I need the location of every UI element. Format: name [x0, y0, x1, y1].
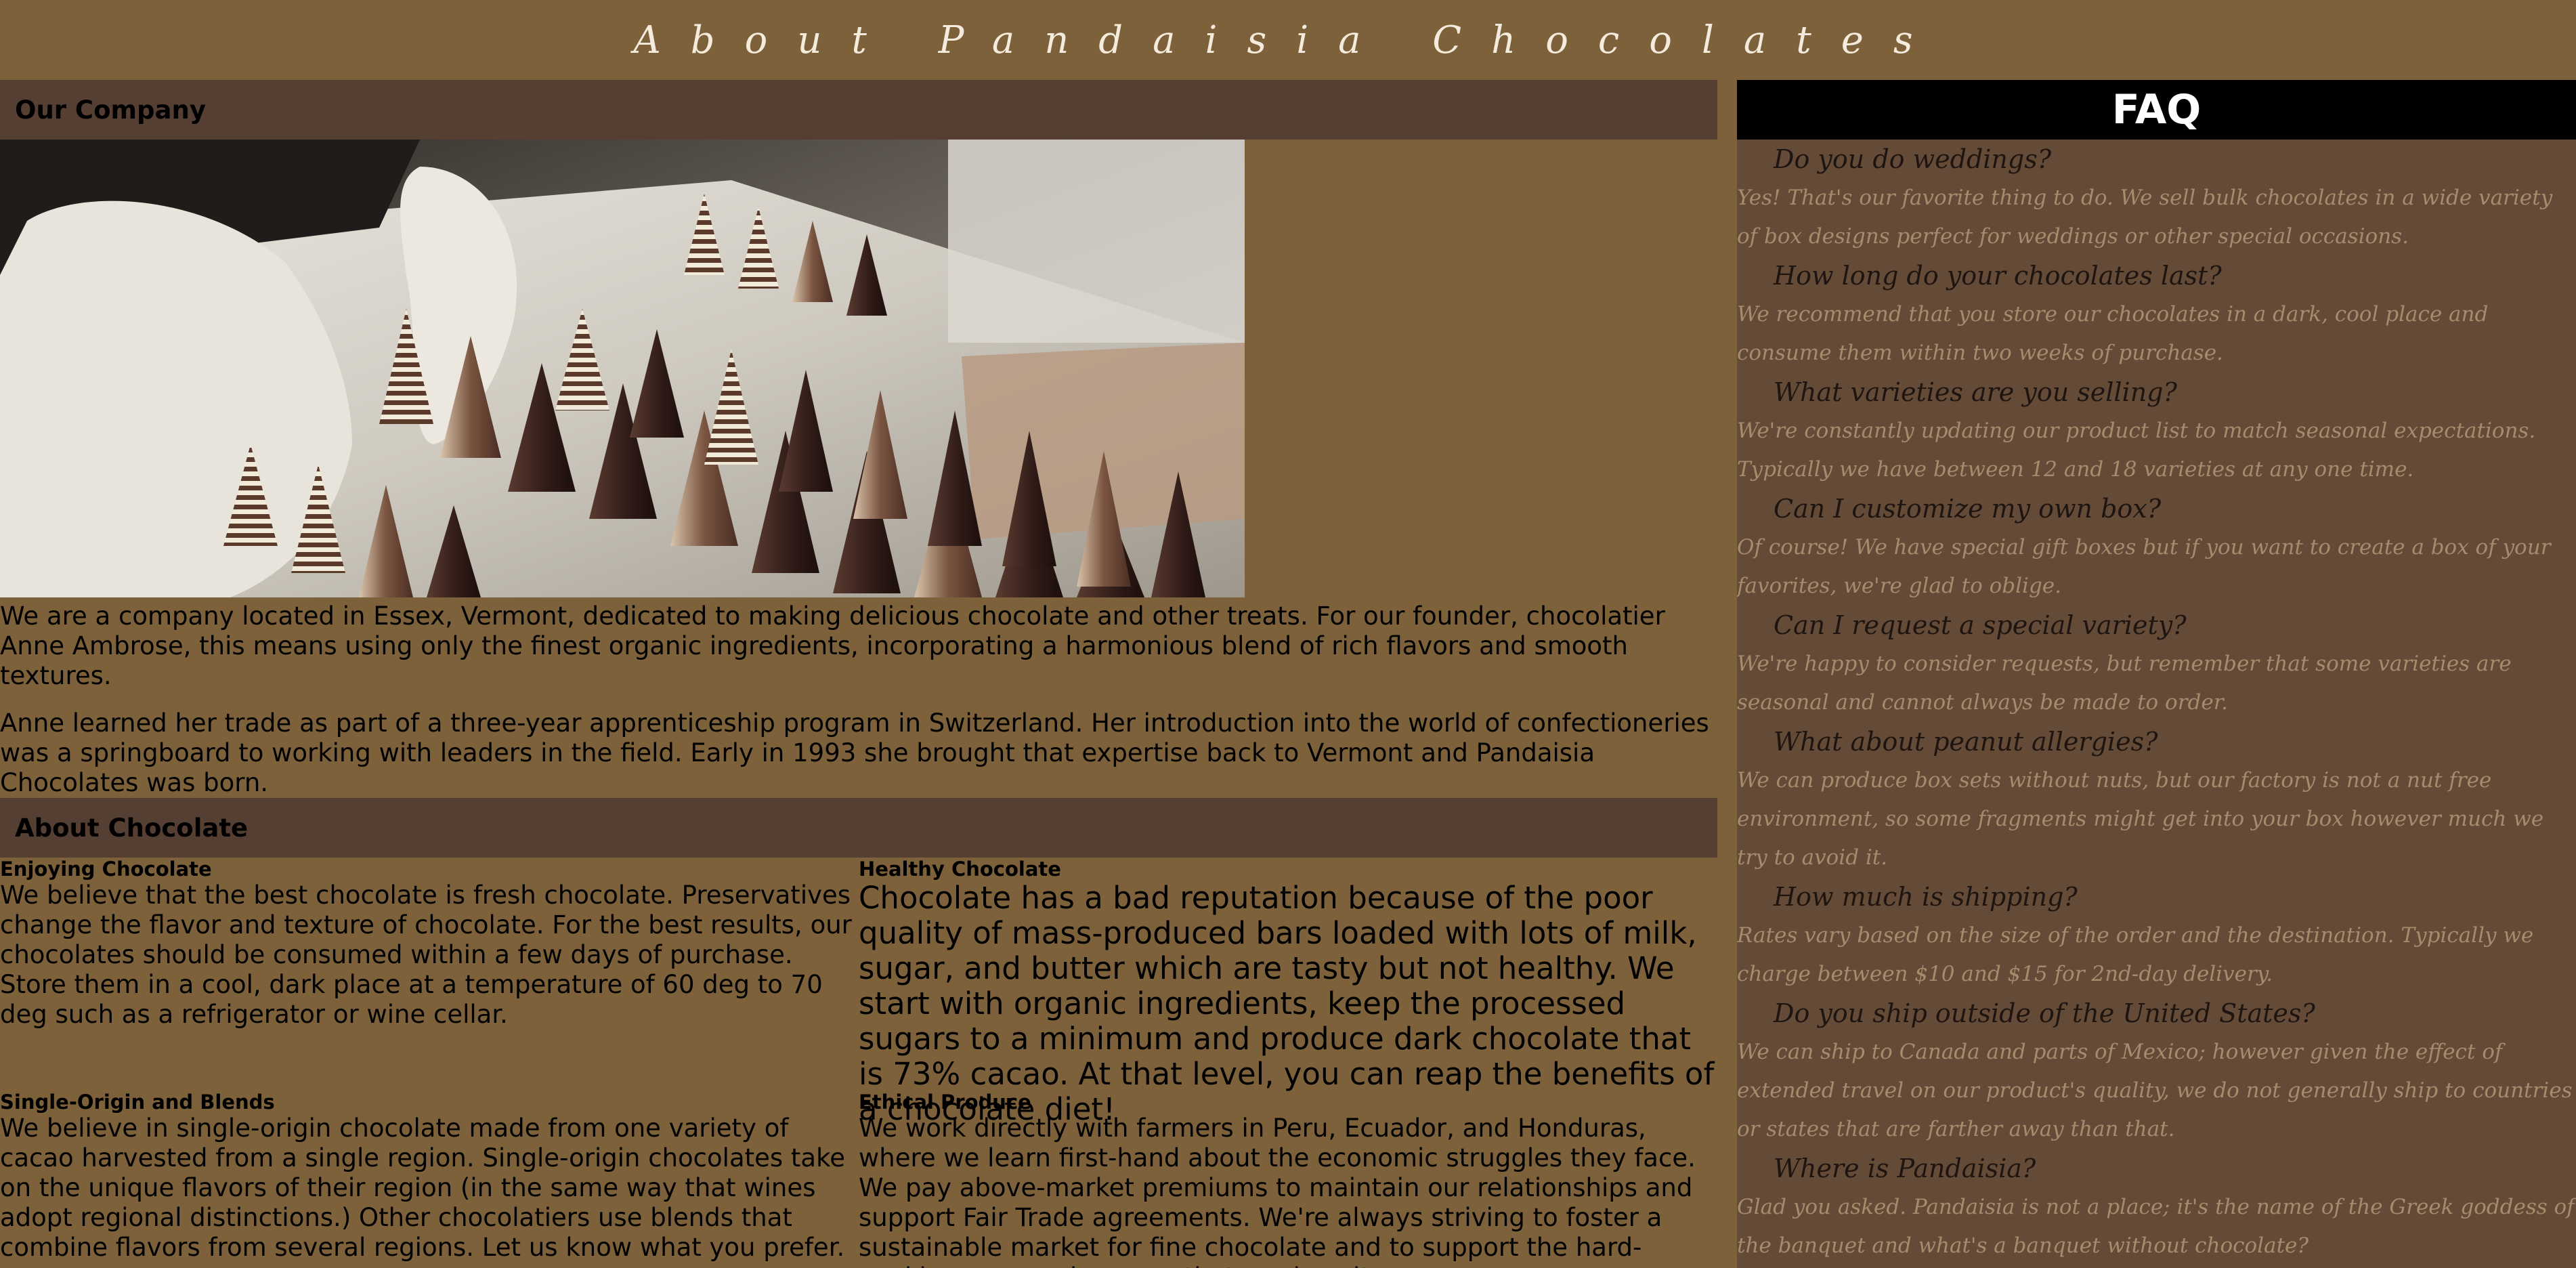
- faq-title-bar: FAQ: [1737, 80, 2576, 140]
- faq-question: Where is Pandaisia?: [1774, 1154, 2036, 1183]
- faq-item: How much is shipping? Rates vary based o…: [1737, 877, 2576, 994]
- faq-answer: We're constantly updating our product li…: [1737, 419, 2536, 482]
- about-chocolate-heading: About Chocolate: [15, 813, 249, 843]
- faq-answer: We can ship to Canada and parts of Mexic…: [1737, 1040, 2573, 1141]
- faq-question: Do you ship outside of the United States…: [1774, 998, 2315, 1028]
- single-origin-block: Single-Origin and Blends We believe in s…: [0, 1091, 855, 1263]
- healthy-chocolate-block: Healthy Chocolate Chocolate has a bad re…: [859, 858, 1717, 1127]
- faq-answer: We recommend that you store our chocolat…: [1737, 302, 2489, 365]
- faq-item: Do you ship outside of the United States…: [1737, 994, 2576, 1149]
- faq-answer: Yes! That's our favorite thing to do. We…: [1737, 186, 2553, 249]
- faq-heading: FAQ: [2111, 86, 2202, 133]
- enjoying-chocolate-block: Enjoying Chocolate We believe that the b…: [0, 858, 855, 1030]
- faq-item: Do you do weddings? Yes! That's our favo…: [1737, 140, 2576, 256]
- faq-item: How long do your chocolates last? We rec…: [1737, 256, 2576, 373]
- faq-sidebar: FAQ Do you do weddings? Yes! That's our …: [1737, 80, 2576, 1268]
- page-title: About Pandaisia Chocolates: [633, 18, 1943, 62]
- faq-item: Can I customize my own box? Of course! W…: [1737, 489, 2576, 606]
- faq-question: How long do your chocolates last?: [1774, 261, 2222, 291]
- page-header: About Pandaisia Chocolates: [0, 0, 2576, 80]
- about-chocolate-section: About Chocolate Enjoying Chocolate We be…: [0, 798, 1717, 1268]
- ethical-produce-block: Ethical Produce We work directly with fa…: [859, 1091, 1717, 1268]
- faq-question: How much is shipping?: [1774, 882, 2078, 912]
- chocolatier-photo: [0, 140, 1245, 597]
- single-origin-title: Single-Origin and Blends: [0, 1091, 275, 1114]
- faq-question: What varieties are you selling?: [1774, 377, 2177, 407]
- faq-item: Can I request a special variety? We're h…: [1737, 606, 2576, 722]
- faq-item: What about peanut allergies? We can prod…: [1737, 722, 2576, 877]
- enjoying-chocolate-text: We believe that the best chocolate is fr…: [0, 881, 852, 1029]
- ethical-produce-title: Ethical Produce: [859, 1091, 1031, 1114]
- main-content: Our Company We are a company located in …: [0, 80, 1717, 1268]
- faq-question: Can I request a special variety?: [1774, 610, 2187, 640]
- our-company-section: Our Company We are a company located in …: [0, 80, 1717, 798]
- ethical-produce-text: We work directly with farmers in Peru, E…: [859, 1114, 1696, 1268]
- faq-question: Can I customize my own box?: [1774, 494, 2162, 524]
- faq-item: Where is Pandaisia? Glad you asked. Pand…: [1737, 1149, 2576, 1265]
- faq-answer: Of course! We have special gift boxes bu…: [1737, 535, 2551, 598]
- our-company-bar: Our Company: [0, 80, 1717, 140]
- faq-answer: Rates vary based on the size of the orde…: [1737, 923, 2534, 986]
- company-paragraph-2: Anne learned her trade as part of a thre…: [0, 709, 1709, 797]
- single-origin-text: We believe in single-origin chocolate ma…: [0, 1114, 845, 1262]
- about-chocolate-bar: About Chocolate: [0, 798, 1717, 858]
- faq-question: Do you do weddings?: [1774, 144, 2052, 174]
- company-paragraph-1: We are a company located in Essex, Vermo…: [0, 601, 1665, 690]
- faq-question: What about peanut allergies?: [1774, 727, 2158, 757]
- healthy-chocolate-title: Healthy Chocolate: [859, 858, 1061, 881]
- our-company-heading: Our Company: [15, 95, 206, 125]
- enjoying-chocolate-title: Enjoying Chocolate: [0, 858, 212, 881]
- faq-answer: We're happy to consider requests, but re…: [1737, 652, 2512, 715]
- faq-answer: We can produce box sets without nuts, bu…: [1737, 768, 2544, 870]
- faq-item: What varieties are you selling? We're co…: [1737, 373, 2576, 489]
- faq-answer: Glad you asked. Pandaisia is not a place…: [1737, 1195, 2575, 1258]
